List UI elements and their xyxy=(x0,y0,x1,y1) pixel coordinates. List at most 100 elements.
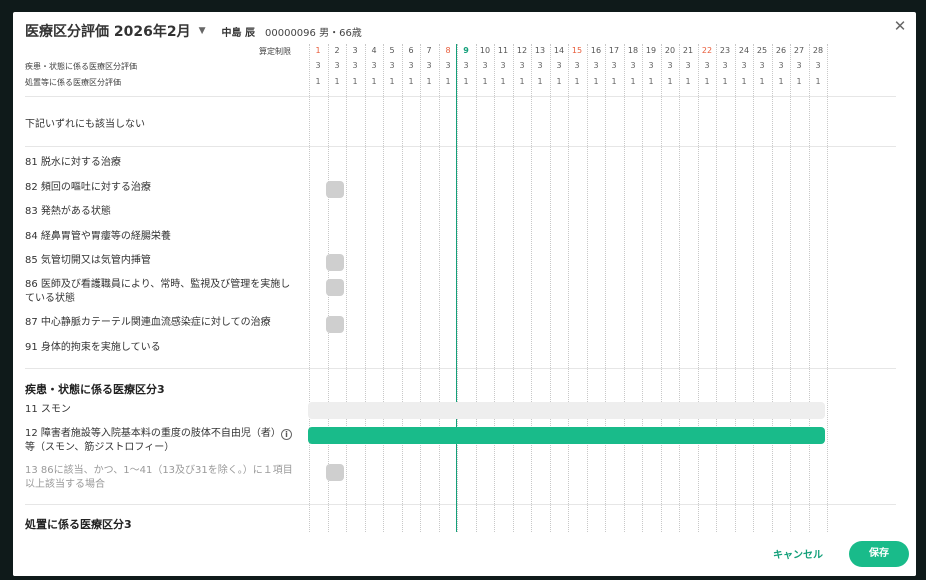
day-header: 11 xyxy=(497,46,509,55)
disease-eval-value: 3 xyxy=(722,61,728,70)
day-column-line xyxy=(809,44,810,532)
treatment-eval-value: 1 xyxy=(815,77,821,86)
divider xyxy=(25,96,896,97)
treatment-eval-value: 1 xyxy=(389,77,395,86)
day-header: 21 xyxy=(682,46,694,55)
day-column-line xyxy=(383,44,384,532)
day-header: 5 xyxy=(389,46,395,55)
close-icon[interactable]: ✕ xyxy=(892,18,908,34)
day-header: 17 xyxy=(608,46,620,55)
treatment-eval-value: 1 xyxy=(778,77,784,86)
disease-eval-value: 3 xyxy=(593,61,599,70)
cancel-button[interactable]: キャンセル xyxy=(773,546,823,561)
patient-name: 中島 辰 xyxy=(221,27,255,39)
day-header: 22 xyxy=(701,46,713,55)
info-icon[interactable]: i xyxy=(281,429,292,440)
chevron-down-icon[interactable]: ▼ xyxy=(199,26,206,36)
day-header: 1 xyxy=(315,46,321,55)
day-header: 8 xyxy=(445,46,451,55)
status-chip[interactable] xyxy=(326,279,344,296)
disease-eval-label: 疾患・状態に係る医療区分評価 xyxy=(25,62,137,71)
evaluation-modal: 医療区分評価 2026年2月 ▼ 中島 辰 00000096 男・66歳 ✕ 算… xyxy=(13,12,916,576)
day-column-line xyxy=(568,44,569,532)
day-header: 6 xyxy=(408,46,414,55)
row-84: 84 経鼻胃管や胃瘻等の経腸栄養 xyxy=(25,231,171,242)
day-header: 23 xyxy=(719,46,731,55)
day-header: 2 xyxy=(334,46,340,55)
treatment-eval-value: 1 xyxy=(611,77,617,86)
disease-eval-value: 3 xyxy=(574,61,580,70)
save-button[interactable]: 保存 xyxy=(849,541,909,567)
period-bar-empty[interactable] xyxy=(308,402,825,419)
treatment-eval-value: 1 xyxy=(426,77,432,86)
disease-eval-value: 3 xyxy=(648,61,654,70)
day-column-line xyxy=(698,44,699,532)
divider xyxy=(25,504,896,505)
disease-eval-value: 3 xyxy=(463,61,469,70)
day-column-line xyxy=(587,44,588,532)
status-chip[interactable] xyxy=(326,181,344,198)
row-none: 下記いずれにも該当しない xyxy=(25,119,145,130)
disease-eval-value: 3 xyxy=(519,61,525,70)
treatment-eval-value: 1 xyxy=(759,77,765,86)
day-header: 7 xyxy=(426,46,432,55)
santei-label: 算定制限 xyxy=(259,47,291,56)
disease-eval-value: 3 xyxy=(741,61,747,70)
day-header: 24 xyxy=(738,46,750,55)
row-83: 83 発熱がある状態 xyxy=(25,206,111,217)
status-chip[interactable] xyxy=(326,316,344,333)
treatment-eval-value: 1 xyxy=(630,77,636,86)
disease-eval-value: 3 xyxy=(778,61,784,70)
day-column-line xyxy=(402,44,403,532)
section-disease-title: 疾患・状態に係る医療区分3 xyxy=(25,383,165,396)
evaluation-grid[interactable]: 算定制限 疾患・状態に係る医療区分評価 処置等に係る医療区分評価 下記いずれにも… xyxy=(13,42,916,532)
day-column-line xyxy=(476,44,477,532)
disease-eval-value: 3 xyxy=(537,61,543,70)
status-chip[interactable] xyxy=(326,464,344,481)
day-column-line xyxy=(550,44,551,532)
day-header: 26 xyxy=(775,46,787,55)
day-column-line xyxy=(716,44,717,532)
day-column-line xyxy=(513,44,514,532)
period-bar-active[interactable] xyxy=(308,427,825,444)
day-header: 3 xyxy=(352,46,358,55)
day-column-line xyxy=(661,44,662,532)
day-header: 13 xyxy=(534,46,546,55)
status-chip[interactable] xyxy=(326,254,344,271)
treatment-eval-value: 1 xyxy=(796,77,802,86)
modal-header: 医療区分評価 2026年2月 ▼ 中島 辰 00000096 男・66歳 xyxy=(25,20,362,42)
treatment-eval-value: 1 xyxy=(704,77,710,86)
disease-eval-value: 3 xyxy=(389,61,395,70)
day-header: 14 xyxy=(553,46,565,55)
row-85: 85 気管切開又は気管内挿管 xyxy=(25,255,151,266)
day-header: 25 xyxy=(756,46,768,55)
disease-eval-value: 3 xyxy=(667,61,673,70)
treatment-eval-value: 1 xyxy=(482,77,488,86)
section-treatment-title: 処置に係る医療区分3 xyxy=(25,518,132,531)
treatment-eval-value: 1 xyxy=(667,77,673,86)
day-column-line xyxy=(457,44,458,532)
disease-eval-value: 3 xyxy=(408,61,414,70)
day-header: 10 xyxy=(479,46,491,55)
day-column-line xyxy=(624,44,625,532)
treatment-eval-value: 1 xyxy=(648,77,654,86)
month-title[interactable]: 医療区分評価 2026年2月 xyxy=(25,21,191,41)
row-12: 12 障害者施設等入院基本料の重度の肢体不自由児（者）等（スモン、筋ジストロフィ… xyxy=(25,428,281,453)
treatment-eval-value: 1 xyxy=(334,77,340,86)
day-header: 18 xyxy=(627,46,639,55)
day-header: 12 xyxy=(516,46,528,55)
treatment-eval-value: 1 xyxy=(741,77,747,86)
disease-eval-value: 3 xyxy=(500,61,506,70)
day-column-line xyxy=(439,44,440,532)
disease-eval-value: 3 xyxy=(704,61,710,70)
day-header: 16 xyxy=(590,46,602,55)
divider xyxy=(25,368,896,369)
treatment-eval-value: 1 xyxy=(352,77,358,86)
disease-eval-value: 3 xyxy=(371,61,377,70)
disease-eval-value: 3 xyxy=(426,61,432,70)
window-frame: 医療区分評価 2026年2月 ▼ 中島 辰 00000096 男・66歳 ✕ 算… xyxy=(0,0,926,580)
treatment-eval-value: 1 xyxy=(463,77,469,86)
disease-eval-value: 3 xyxy=(445,61,451,70)
treatment-eval-value: 1 xyxy=(556,77,562,86)
day-column-line xyxy=(753,44,754,532)
